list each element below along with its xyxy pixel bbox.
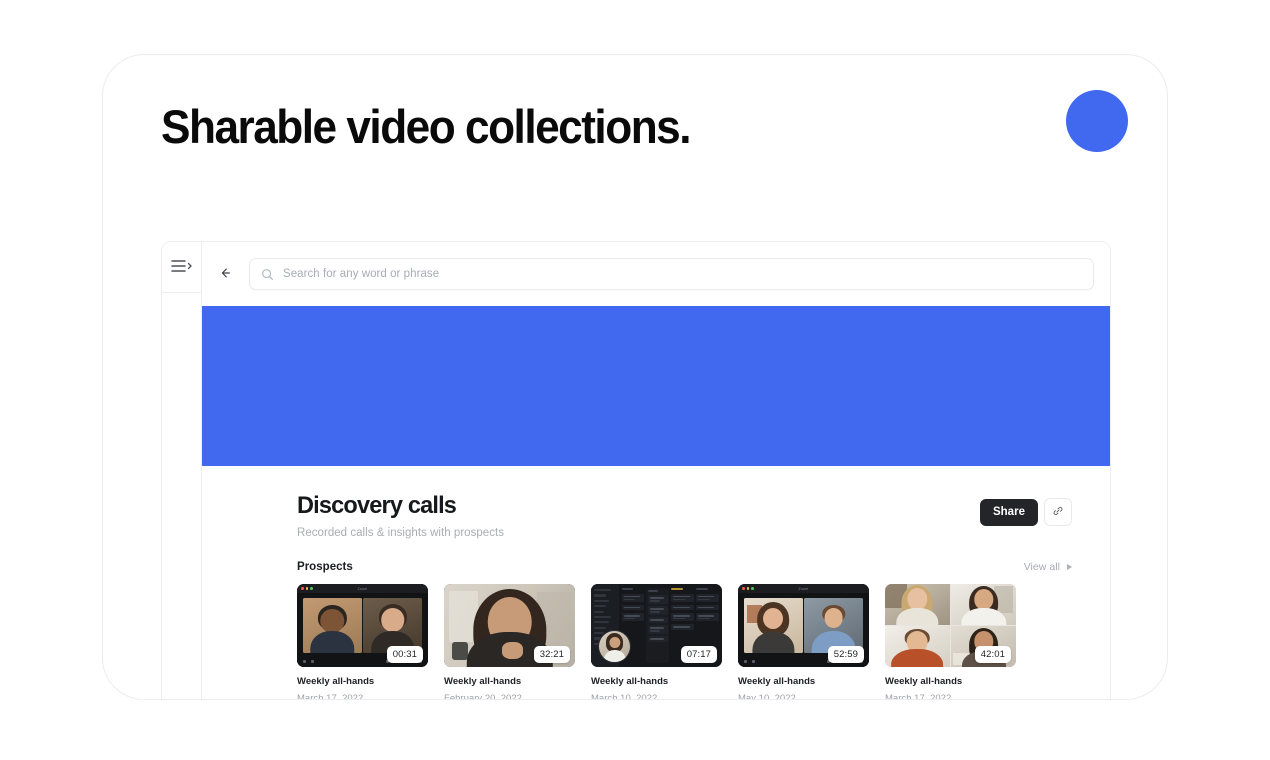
link-icon	[1052, 505, 1064, 520]
app-window: Search for any word or phrase Discovery …	[161, 241, 1111, 700]
collection-actions: Share	[979, 492, 1072, 526]
video-date: March 17, 2022	[885, 693, 952, 700]
view-all-label: View all	[1023, 561, 1060, 573]
share-button[interactable]: Share	[979, 498, 1038, 526]
video-date: March 17, 2022	[297, 693, 364, 700]
sidebar-rail	[162, 242, 202, 699]
collection-title: Discovery calls	[297, 492, 457, 519]
list-item[interactable]: Zoom	[738, 584, 869, 700]
collection-cover-banner	[202, 306, 1110, 466]
duration-badge: 00:31	[386, 645, 423, 663]
video-thumbnail[interactable]: Zoom	[297, 584, 428, 667]
search-icon	[261, 268, 274, 281]
collection-header: Discovery calls Recorded calls & insight…	[297, 492, 1072, 539]
sidebar-expand-icon[interactable]	[171, 258, 193, 274]
duration-badge: 32:21	[533, 645, 570, 663]
duration-badge: 52:59	[827, 645, 864, 663]
accent-circle	[1066, 90, 1128, 152]
video-title: Weekly all-hands	[444, 676, 522, 687]
list-item[interactable]: 42:01 Weekly all-hands March 17, 2022	[885, 584, 1016, 700]
duration-badge: 07:17	[680, 645, 717, 663]
list-item[interactable]: Zoom	[297, 584, 428, 700]
search-input[interactable]: Search for any word or phrase	[249, 258, 1094, 290]
list-item[interactable]: 07:17 Weekly all-hands March 10, 2022	[591, 584, 722, 700]
sidebar-divider	[162, 292, 201, 293]
list-item[interactable]: 32:21 Weekly all-hands February 20, 2022	[444, 584, 575, 700]
triangle-right-icon	[1067, 564, 1072, 570]
video-title: Weekly all-hands	[591, 676, 669, 687]
app-main: Search for any word or phrase Discovery …	[202, 242, 1110, 700]
webcam-overlay	[598, 630, 631, 663]
video-card-row: Zoom 00:31 Weekly all-hands March 17, 20…	[297, 584, 1072, 700]
page-title: Sharable video collections.	[161, 100, 692, 153]
view-all-button[interactable]: View all	[1024, 561, 1072, 573]
back-button[interactable]	[212, 261, 238, 287]
search-placeholder: Search for any word or phrase	[283, 268, 440, 280]
collection-heading-group: Discovery calls Recorded calls & insight…	[297, 492, 504, 539]
arrow-left-icon	[218, 266, 232, 283]
row-header: Prospects View all	[297, 561, 1072, 573]
video-thumbnail[interactable]: 32:21	[444, 584, 575, 667]
showcase-card: Sharable video collections. Search for a…	[102, 54, 1168, 700]
video-title: Weekly all-hands	[297, 676, 375, 687]
topbar: Search for any word or phrase	[202, 242, 1110, 306]
video-title: Weekly all-hands	[738, 676, 816, 687]
collection-subtitle: Recorded calls & insights with prospects	[297, 527, 505, 539]
video-date: March 10, 2022	[591, 693, 658, 700]
row-title: Prospects	[297, 561, 353, 573]
video-date: May 10, 2022	[738, 693, 796, 700]
video-title: Weekly all-hands	[885, 676, 963, 687]
video-date: February 20, 2022	[444, 693, 522, 700]
collection-section: Discovery calls Recorded calls & insight…	[202, 466, 1110, 700]
copy-link-button[interactable]	[1044, 498, 1072, 526]
video-thumbnail[interactable]: 07:17	[591, 584, 722, 667]
duration-badge: 42:01	[974, 645, 1011, 663]
video-thumbnail[interactable]: 42:01	[885, 584, 1016, 667]
video-thumbnail[interactable]: Zoom	[738, 584, 869, 667]
